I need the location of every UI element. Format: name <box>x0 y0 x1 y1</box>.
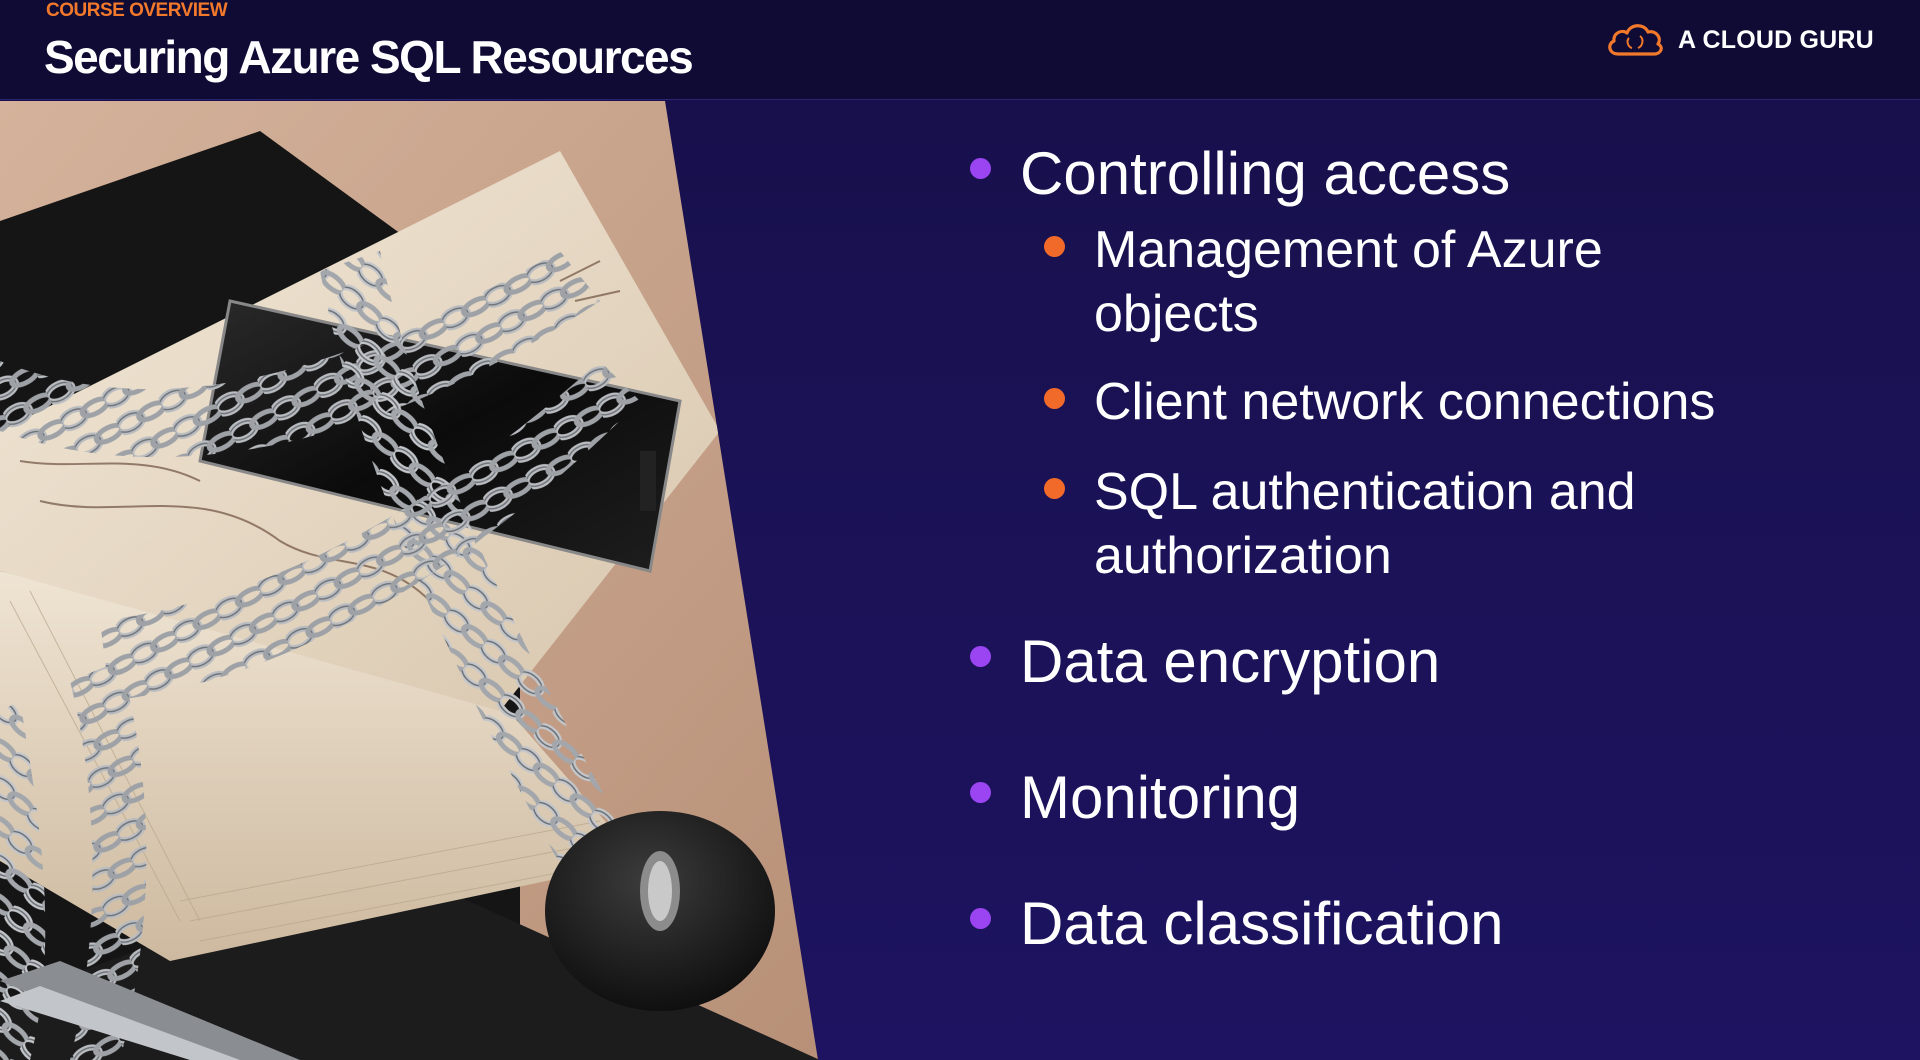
orange-bullet-icon <box>1044 388 1065 409</box>
a-cloud-guru-logo: A CLOUD GURU <box>1604 18 1874 62</box>
purple-bullet-icon <box>970 782 991 803</box>
slide: COURSE OVERVIEW Securing Azure SQL Resou… <box>0 0 1920 1060</box>
list-item: Client network connections <box>1034 370 1860 434</box>
sub-bullet-line: authorization <box>1094 527 1392 585</box>
slide-title: Securing Azure SQL Resources <box>44 31 694 83</box>
list-item: Data encryption <box>960 628 1860 696</box>
bullet-monitoring: Monitoring <box>1020 764 1301 831</box>
list-item: SQL authentication and authorization <box>1034 460 1860 588</box>
sub-bullet-line: Client network connections <box>1094 373 1716 431</box>
slide-header: COURSE OVERVIEW Securing Azure SQL Resou… <box>0 0 1920 100</box>
bullet-controlling-access: Controlling access <box>1020 140 1511 207</box>
list-item: Monitoring <box>960 764 1860 832</box>
list-item: Management of Azure objects <box>1034 218 1860 346</box>
sub-bullet-line: objects <box>1094 285 1259 343</box>
chained-book-phone-mouse-image <box>0 101 818 1060</box>
purple-bullet-icon <box>970 908 991 929</box>
cloud-logo-icon <box>1608 24 1663 56</box>
bullet-data-classification: Data classification <box>1020 890 1504 957</box>
bullet-data-encryption: Data encryption <box>1020 628 1441 695</box>
list-item: Controlling access <box>960 140 1860 208</box>
course-overview-label: COURSE OVERVIEW <box>46 0 228 21</box>
bullet-list: Controlling access Management of Azure o… <box>960 140 1860 958</box>
list-item: Data classification <box>960 890 1860 958</box>
sub-bullet-line: SQL authentication and <box>1094 463 1636 521</box>
orange-bullet-icon <box>1044 236 1065 257</box>
purple-bullet-icon <box>970 646 991 667</box>
orange-bullet-icon <box>1044 478 1065 499</box>
purple-bullet-icon <box>970 158 991 179</box>
sub-bullet-line: Management of Azure <box>1094 221 1603 279</box>
logo-text: A CLOUD GURU <box>1678 25 1874 54</box>
